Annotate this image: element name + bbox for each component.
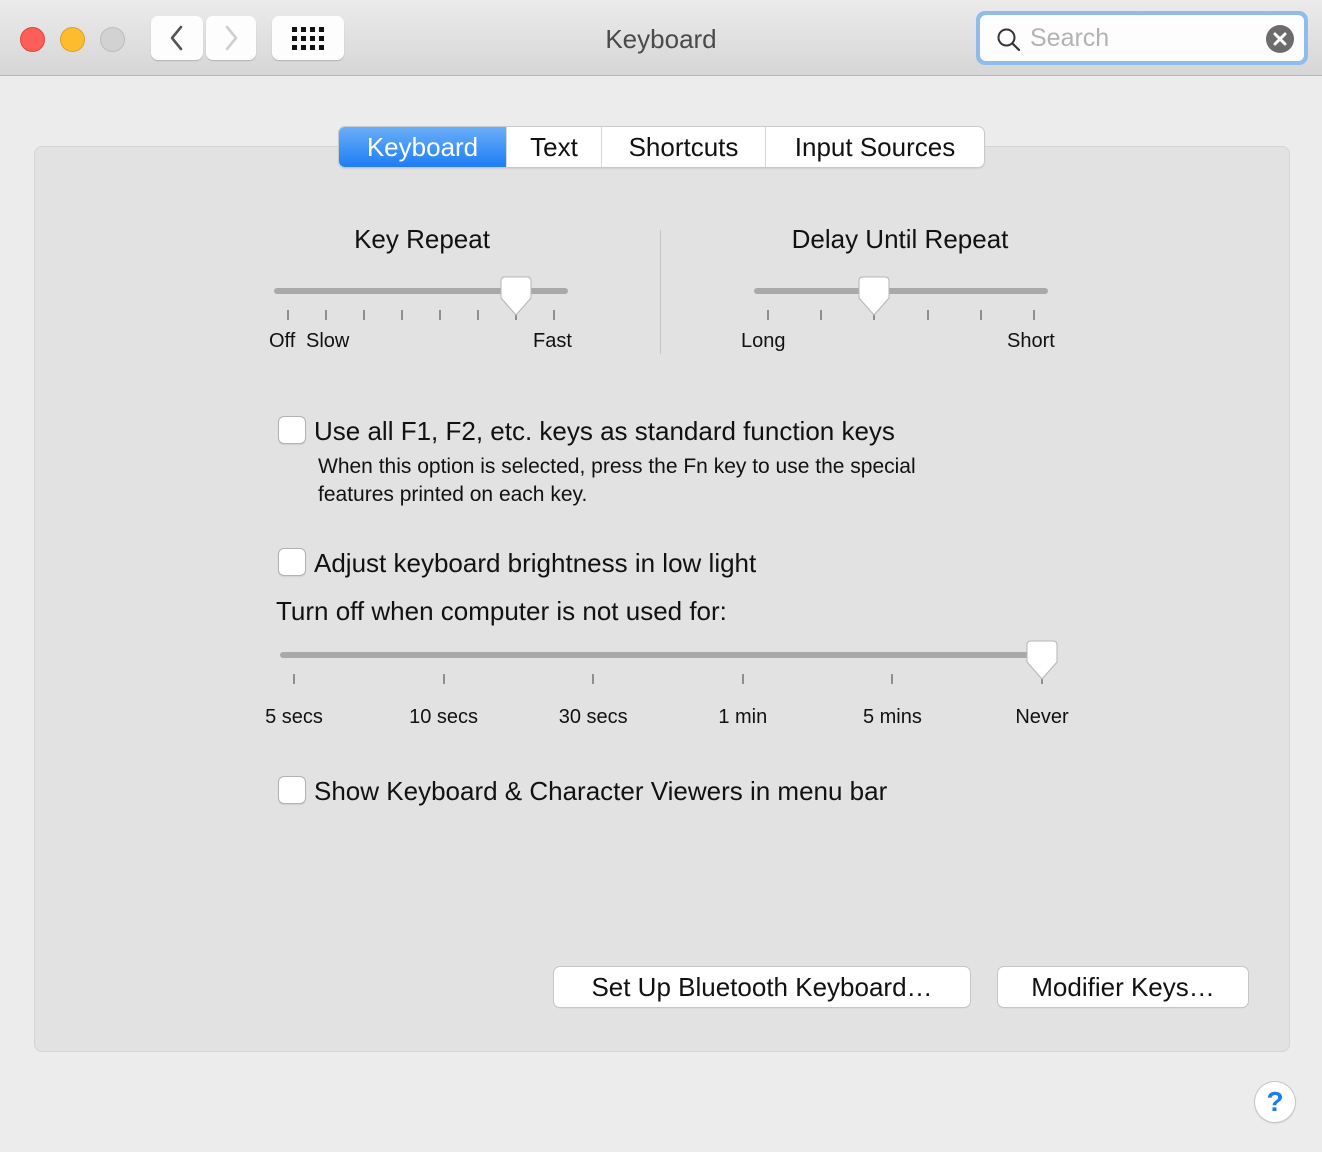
key-repeat-title: Key Repeat [354, 224, 490, 254]
slider-tick [592, 674, 595, 684]
clear-search-button[interactable] [1266, 25, 1294, 53]
brightness-label[interactable]: Adjust keyboard brightness in low light [314, 548, 756, 579]
key-repeat-fast-label: Fast [533, 330, 572, 352]
search-input[interactable] [1030, 21, 1260, 55]
function-keys-label[interactable]: Use all F1, F2, etc. keys as standard fu… [314, 416, 895, 447]
help-button[interactable]: ? [1255, 1082, 1295, 1122]
function-keys-help-line1: When this option is selected, press the … [318, 455, 916, 478]
slider-tick [891, 674, 894, 684]
function-keys-help-line2: features printed on each key. [318, 483, 588, 506]
delay-short-label: Short [1007, 330, 1055, 352]
slider-tick-label: Never [1015, 706, 1069, 728]
slider-tick [363, 310, 365, 320]
brightness-checkbox[interactable] [278, 548, 306, 576]
turn-off-label: Turn off when computer is not used for: [276, 596, 727, 626]
slider-tick-label: 1 min [718, 706, 768, 728]
search-field[interactable] [976, 11, 1308, 65]
clear-icon [1273, 32, 1287, 46]
slider-tick [820, 310, 823, 320]
slider-tick [442, 674, 445, 684]
show-viewers-label[interactable]: Show Keyboard & Character Viewers in men… [314, 776, 887, 807]
slider-tick [979, 310, 982, 320]
slider-thumb[interactable] [1026, 640, 1058, 682]
slider-track [754, 288, 1048, 294]
tab-shortcuts[interactable]: Shortcuts [602, 127, 766, 167]
section-divider [660, 230, 661, 354]
slider-tick [553, 310, 555, 320]
tab-text[interactable]: Text [507, 127, 602, 167]
slider-tick [287, 310, 289, 320]
modifier-keys-button[interactable]: Modifier Keys… [998, 967, 1248, 1007]
key-repeat-slow-label: Slow [306, 330, 350, 352]
slider-track [280, 652, 1056, 658]
slider-thumb[interactable] [500, 276, 532, 318]
slider-tick [325, 310, 327, 320]
slider-tick [741, 674, 744, 684]
slider-tick [293, 674, 295, 684]
slider-tick-label: 30 secs [558, 706, 628, 728]
title-bar: Keyboard [0, 0, 1322, 76]
slider-tick [439, 310, 441, 320]
slider-tick [401, 310, 403, 320]
tab-keyboard[interactable]: Keyboard [339, 127, 507, 167]
tab-input-sources[interactable]: Input Sources [766, 127, 984, 167]
slider-tick-label: 5 mins [862, 706, 922, 728]
tab-bar: Keyboard Text Shortcuts Input Sources [339, 127, 984, 167]
show-viewers-checkbox[interactable] [278, 776, 306, 804]
slider-tick [477, 310, 479, 320]
search-icon [997, 28, 1021, 52]
slider-tick [926, 310, 929, 320]
setup-bluetooth-keyboard-button[interactable]: Set Up Bluetooth Keyboard… [554, 967, 970, 1007]
key-repeat-off-label: Off [269, 330, 296, 352]
function-keys-checkbox[interactable] [278, 416, 306, 444]
slider-tick [767, 310, 769, 320]
slider-tick [1033, 310, 1035, 320]
delay-until-repeat-title: Delay Until Repeat [791, 224, 1009, 254]
slider-tick-label: 10 secs [409, 706, 479, 728]
slider-thumb[interactable] [858, 276, 890, 318]
delay-long-label: Long [741, 330, 786, 352]
slider-tick-label: 5 secs [265, 706, 323, 728]
